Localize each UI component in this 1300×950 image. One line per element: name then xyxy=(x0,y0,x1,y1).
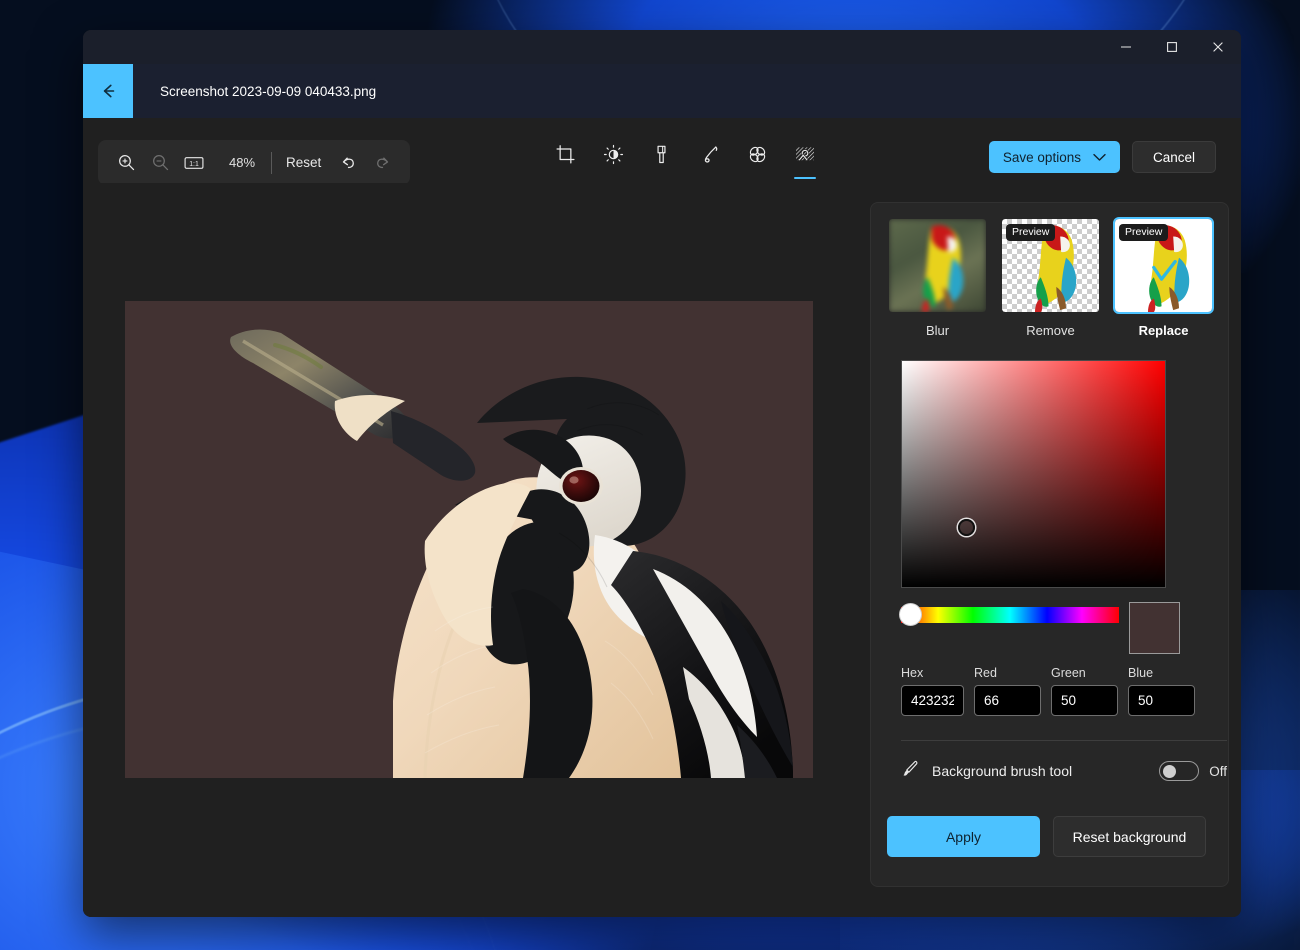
background-mode-blur[interactable]: Blur xyxy=(887,217,988,338)
background-mode-list: Blur xyxy=(887,215,1206,338)
hex-field-group: Hex xyxy=(901,666,964,716)
background-brush-toggle[interactable] xyxy=(1159,761,1199,781)
panel-action-row: Apply Reset background xyxy=(887,816,1206,857)
marker-icon xyxy=(651,144,672,170)
parrot-preview-blur xyxy=(889,219,986,312)
zoom-controls: 1:1 48% Reset xyxy=(98,140,410,185)
apply-button[interactable]: Apply xyxy=(887,816,1040,857)
close-button[interactable] xyxy=(1195,30,1241,64)
svg-text:1:1: 1:1 xyxy=(189,161,199,168)
erase-objects-tool-button[interactable] xyxy=(740,140,774,180)
hue-slider[interactable] xyxy=(901,607,1119,623)
selected-color-swatch xyxy=(1129,602,1180,654)
pen-icon xyxy=(699,144,720,170)
brush-icon xyxy=(901,759,920,783)
reset-zoom-button[interactable]: Reset xyxy=(276,149,331,176)
value-layer xyxy=(902,361,1165,587)
background-mode-replace[interactable]: Preview Replace xyxy=(1113,217,1214,338)
background-brush-toggle-wrap: Off xyxy=(1159,761,1227,781)
background-brush-state: Off xyxy=(1209,764,1227,779)
save-options-label: Save options xyxy=(1003,150,1081,165)
red-field-group: Red xyxy=(974,666,1041,716)
minimize-button[interactable] xyxy=(1103,30,1149,64)
panel-divider xyxy=(901,740,1227,741)
undo-icon[interactable] xyxy=(331,147,365,179)
background-brush-label: Background brush tool xyxy=(932,763,1072,779)
green-field-group: Green xyxy=(1051,666,1118,716)
remove-label: Remove xyxy=(1026,323,1074,338)
zoom-out-icon[interactable] xyxy=(143,147,177,179)
back-arrow-icon xyxy=(98,81,118,101)
background-panel-card: Blur xyxy=(870,202,1229,887)
cancel-button[interactable]: Cancel xyxy=(1132,141,1216,173)
adjust-tool-button[interactable] xyxy=(596,140,630,180)
blue-input[interactable] xyxy=(1128,685,1195,716)
highlighter-tool-button[interactable] xyxy=(692,140,726,180)
zoom-level-label: 48% xyxy=(211,155,267,170)
background-mode-remove[interactable]: Preview Remove xyxy=(1000,217,1101,338)
blue-field-group: Blue xyxy=(1128,666,1195,716)
preview-badge: Preview xyxy=(1006,224,1055,241)
blur-label: Blur xyxy=(926,323,949,338)
background-icon xyxy=(794,144,816,170)
color-cursor[interactable] xyxy=(958,519,975,536)
background-brush-row: Background brush tool Off xyxy=(901,759,1227,783)
zoom-in-icon[interactable] xyxy=(109,147,143,179)
back-button[interactable] xyxy=(83,64,133,118)
crop-tool-button[interactable] xyxy=(548,140,582,180)
marker-tool-button[interactable] xyxy=(644,140,678,180)
photos-editor-window: Screenshot 2023-09-09 040433.png xyxy=(83,30,1241,917)
green-label: Green xyxy=(1051,666,1118,680)
editor-workspace: Blur xyxy=(83,183,1241,917)
maximize-button[interactable] xyxy=(1149,30,1195,64)
crop-icon xyxy=(555,144,576,170)
primary-actions: Save options Cancel xyxy=(989,141,1216,173)
background-panel: Blur xyxy=(855,183,1241,917)
brightness-icon xyxy=(603,144,624,170)
hex-label: Hex xyxy=(901,666,964,680)
save-options-button[interactable]: Save options xyxy=(989,141,1120,173)
replace-label: Replace xyxy=(1139,323,1189,338)
blur-thumbnail[interactable] xyxy=(887,217,988,314)
red-label: Red xyxy=(974,666,1041,680)
color-fields: Hex Red Green Blue xyxy=(901,666,1206,716)
hex-input[interactable] xyxy=(901,685,964,716)
redo-icon[interactable] xyxy=(365,147,399,179)
canvas-area[interactable] xyxy=(83,183,855,917)
green-input[interactable] xyxy=(1051,685,1118,716)
preview-badge: Preview xyxy=(1119,224,1168,241)
desktop-wallpaper: Screenshot 2023-09-09 040433.png xyxy=(0,0,1300,950)
blue-label: Blue xyxy=(1128,666,1195,680)
saturation-value-picker[interactable] xyxy=(901,360,1166,588)
background-tool-button[interactable] xyxy=(788,140,822,180)
toggle-knob xyxy=(1163,765,1176,778)
file-header: Screenshot 2023-09-09 040433.png xyxy=(83,64,1241,118)
toolbar-separator xyxy=(271,152,272,174)
edit-tool-group xyxy=(548,140,822,180)
file-name-label: Screenshot 2023-09-09 040433.png xyxy=(133,64,376,118)
editor-toolbar: 1:1 48% Reset xyxy=(83,118,1241,183)
reset-background-button[interactable]: Reset background xyxy=(1053,816,1206,857)
red-input[interactable] xyxy=(974,685,1041,716)
remove-thumbnail[interactable]: Preview xyxy=(1000,217,1101,314)
chevron-down-icon xyxy=(1093,150,1106,165)
hue-slider-thumb[interactable] xyxy=(899,603,922,626)
replace-thumbnail[interactable]: Preview xyxy=(1113,217,1214,314)
actual-size-icon[interactable]: 1:1 xyxy=(177,147,211,179)
woodpecker-photo xyxy=(125,301,813,778)
image-canvas[interactable] xyxy=(125,301,813,778)
hue-row xyxy=(901,602,1206,654)
erase-objects-icon xyxy=(747,144,768,170)
title-bar xyxy=(83,30,1241,64)
